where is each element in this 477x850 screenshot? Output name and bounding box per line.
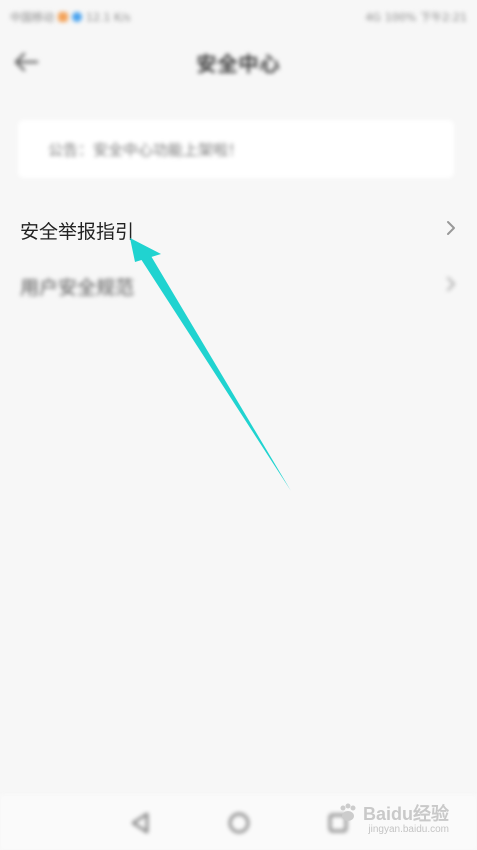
battery-label: 100%	[384, 10, 417, 24]
watermark-brand: Baidu经验	[362, 804, 449, 824]
clock: 下午2:21	[420, 11, 467, 24]
arrow-left-icon	[14, 52, 39, 72]
back-button[interactable]	[10, 46, 42, 78]
notice-text: 公告：安全中心功能上架啦！	[48, 140, 244, 159]
carrier-label: 中国移动	[10, 11, 54, 24]
signal-label: 4G	[365, 10, 381, 24]
app-header: 安全中心	[0, 34, 477, 90]
nav-back-button[interactable]	[125, 808, 155, 838]
chevron-right-icon	[445, 218, 457, 243]
network-speed: 12.1 K/s	[86, 10, 131, 24]
home-circle-icon	[228, 812, 249, 833]
menu-item-security-report-guide[interactable]: 安全举报指引	[0, 202, 477, 258]
back-triangle-icon	[131, 812, 148, 833]
chevron-right-icon	[445, 274, 457, 299]
watermark-url: jingyan.baidu.com	[368, 824, 449, 835]
menu-item-user-security-rules[interactable]: 用户安全规范	[0, 258, 477, 314]
menu-item-label: 用户安全规范	[20, 276, 135, 299]
paw-logo-icon	[340, 803, 356, 821]
watermark: Baidu经验 jingyan.baidu.com	[337, 800, 449, 835]
app-notification-icon	[58, 12, 68, 22]
nav-home-button[interactable]	[224, 808, 254, 838]
notice-card: 公告：安全中心功能上架啦！	[18, 120, 454, 178]
status-left: 中国移动 12.1 K/s	[10, 9, 131, 25]
page-title: 安全中心	[196, 51, 281, 76]
status-right: 4G 100% 下午2:21	[365, 9, 467, 25]
menu-item-label: 安全举报指引	[20, 220, 135, 243]
app-notification-icon	[72, 12, 82, 22]
status-bar: 中国移动 12.1 K/s 4G 100% 下午2:21	[0, 0, 477, 34]
